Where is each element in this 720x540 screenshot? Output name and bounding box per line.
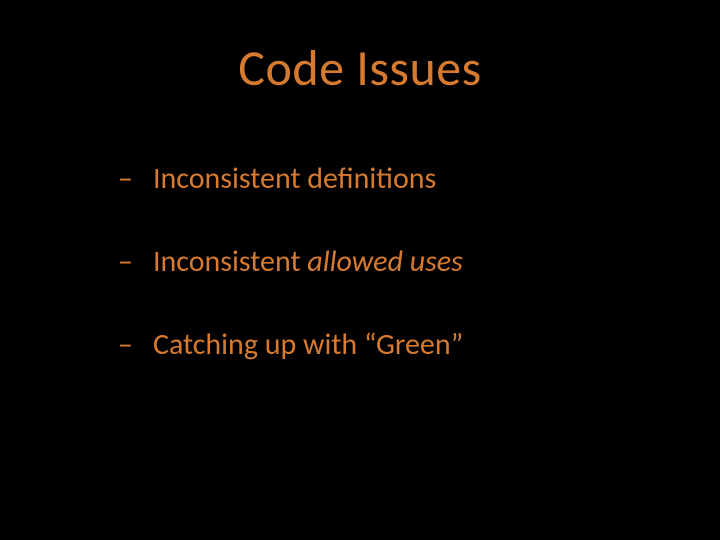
bullet-text: Inconsistent allowed uses — [153, 243, 463, 280]
bullet-text-pre: Catching up with “Green” — [153, 326, 463, 363]
bullet-text-italic: allowed uses — [307, 243, 463, 280]
bullet-dash-icon: – — [118, 326, 133, 363]
bullet-text: Inconsistent definitions — [153, 160, 436, 197]
bullet-text: Catching up with “Green” — [153, 326, 463, 363]
bullet-dash-icon: – — [118, 243, 133, 280]
bullet-text-pre: Inconsistent — [153, 243, 307, 280]
list-item: – Inconsistent allowed uses — [118, 243, 680, 280]
slide-title: Code Issues — [0, 38, 720, 99]
bullet-text-pre: Inconsistent definitions — [153, 160, 436, 197]
slide: Code Issues – Inconsistent definitions –… — [0, 0, 720, 540]
bullet-list: – Inconsistent definitions – Inconsisten… — [118, 160, 680, 409]
bullet-dash-icon: – — [118, 160, 133, 197]
list-item: – Inconsistent definitions — [118, 160, 680, 197]
list-item: – Catching up with “Green” — [118, 326, 680, 363]
